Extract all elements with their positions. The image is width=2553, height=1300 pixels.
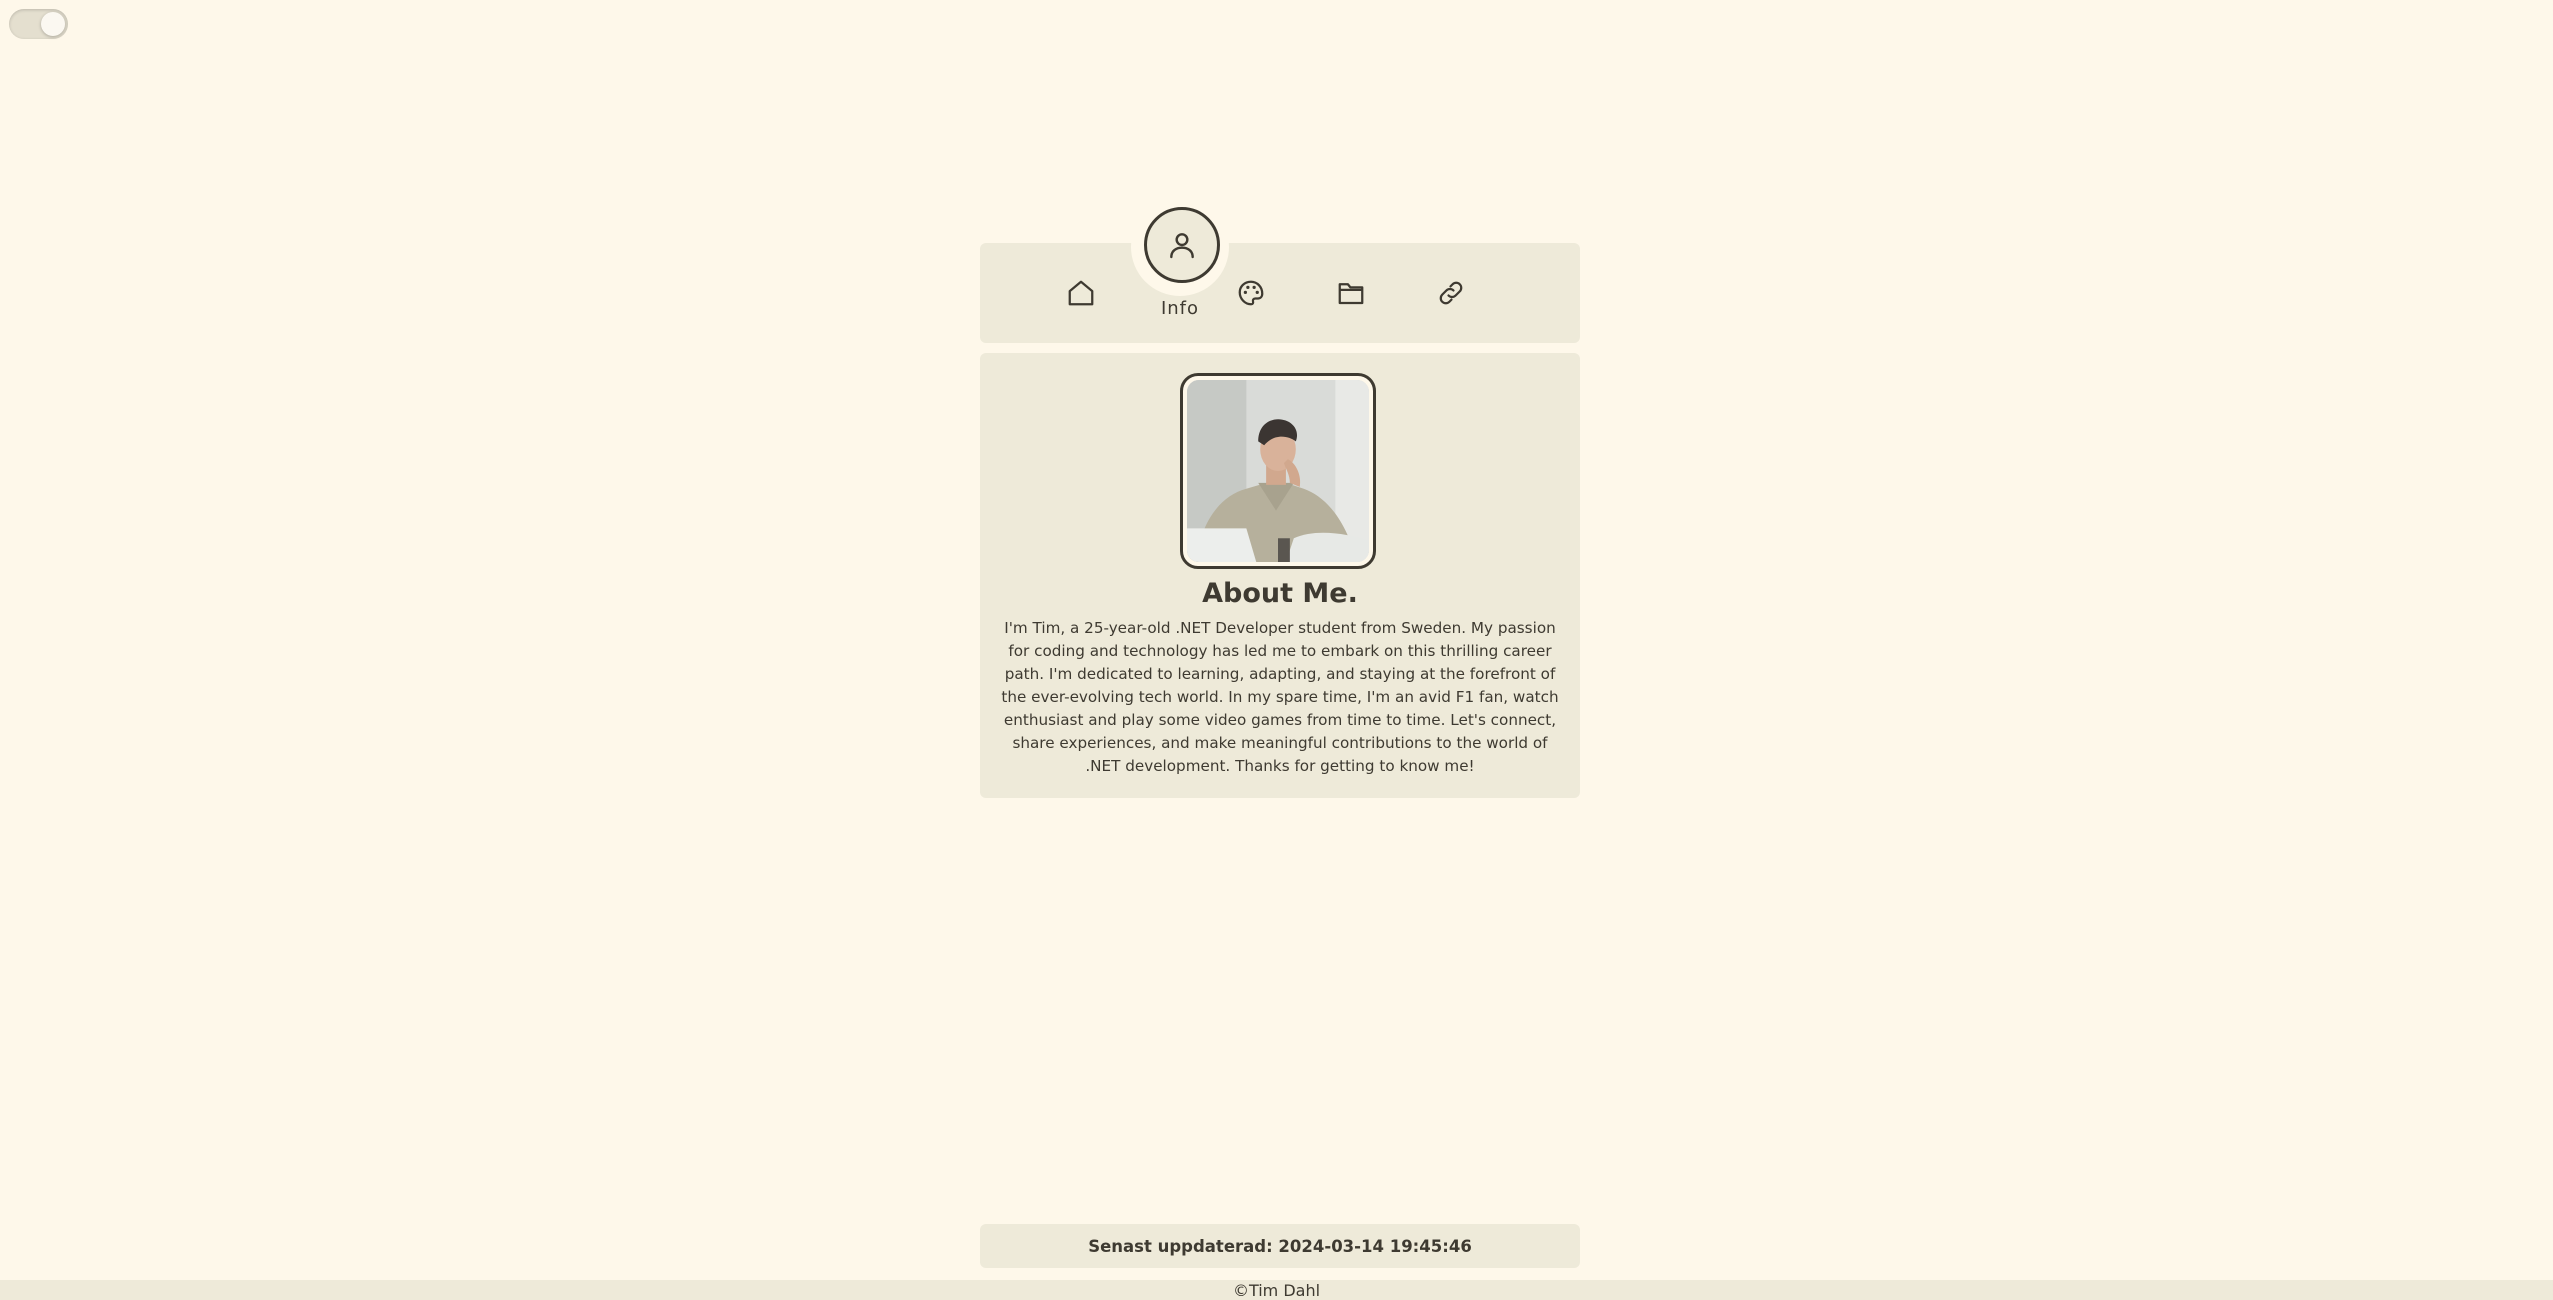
toggle-knob — [41, 12, 65, 36]
footer: ©Tim Dahl — [0, 1280, 2553, 1300]
profile-photo-frame — [1180, 373, 1376, 569]
nav-info[interactable] — [1144, 207, 1220, 283]
profile-photo — [1187, 380, 1369, 562]
about-title: About Me. — [1202, 578, 1358, 609]
footer-text: ©Tim Dahl — [1232, 1280, 1321, 1300]
nav-info-label: Info — [1160, 298, 1200, 319]
link-icon — [1439, 281, 1463, 305]
nav-folder[interactable] — [1321, 263, 1381, 323]
home-icon — [1068, 280, 1094, 306]
nav-home[interactable] — [1051, 263, 1111, 323]
nav-bar — [980, 243, 1580, 343]
nav-link[interactable] — [1421, 263, 1481, 323]
theme-toggle[interactable] — [9, 9, 68, 39]
palette-icon — [1238, 280, 1264, 306]
last-updated-text: Senast uppdaterad: 2024-03-14 19:45:46 — [1088, 1236, 1472, 1256]
user-icon — [1170, 233, 1194, 259]
folder-icon — [1338, 283, 1364, 305]
about-text: I'm Tim, a 25-year-old .NET Developer st… — [1001, 619, 1559, 775]
nav-palette[interactable] — [1221, 263, 1281, 323]
last-updated: Senast uppdaterad: 2024-03-14 19:45:46 — [980, 1224, 1580, 1268]
